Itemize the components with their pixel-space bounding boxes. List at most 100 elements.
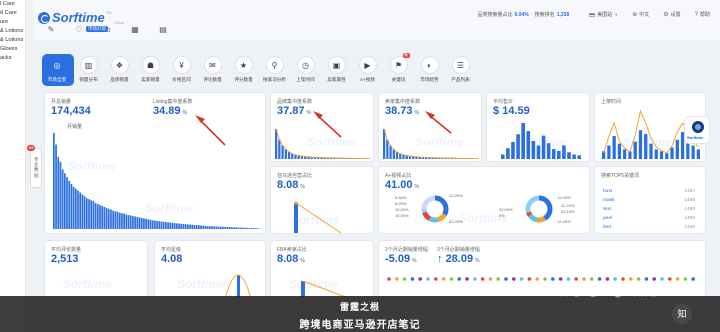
growth-dot [504, 277, 508, 281]
growth-dot [449, 277, 454, 281]
nav-label: 搜索词分析 [263, 77, 286, 82]
help-button[interactable]: ? 帮助 [694, 11, 710, 19]
aplus-donut-charts: 6.54%8.29%10.20%15.06% 10.25% 62.09% 32.09%… [395, 193, 575, 224]
growth-dot [535, 277, 539, 281]
growth-dot [621, 277, 625, 281]
keyword-row[interactable]: bust 1467 [603, 189, 695, 194]
sorftime-float-button[interactable]: Sorftime [684, 116, 710, 144]
left-strip-item[interactable]: & Lotions [0, 27, 25, 36]
country-selector[interactable]: 美国站 ▼ [589, 11, 618, 18]
brush-icon[interactable]: ✎ [44, 24, 58, 36]
chart-bar [546, 143, 551, 159]
growth-dot [387, 277, 391, 281]
keyword-row[interactable]: peel 1466 [603, 216, 695, 221]
left-strip-item[interactable]: d Care [0, 9, 25, 18]
left-strip-item[interactable]: ure [0, 18, 25, 27]
keywords-icon: ⚑ 新 [389, 53, 410, 74]
a-plus-video-icon: ▶ [358, 56, 377, 74]
left-strip-item[interactable]: acks [0, 54, 25, 63]
side-tab[interactable]: 88 专业数据 [27, 145, 42, 188]
nav-label: A+视频 [360, 77, 375, 82]
growth-dot [496, 277, 500, 281]
top-header: Sorftime TM Sirise 品类搜索量占比 0.04% 搜索排名 1,… [34, 0, 720, 40]
growth-dot [691, 277, 695, 281]
growth-dot [652, 277, 656, 281]
nav-label: 上架时间 [296, 77, 315, 82]
red-arrow [195, 115, 226, 146]
nav-product-list[interactable]: ☰ 产品列表 [446, 56, 475, 86]
chart-bar [551, 149, 556, 159]
nav-keyword-analysis[interactable]: ⚲ 搜索词分析 [260, 56, 289, 86]
nav-reviews[interactable]: ✉ 评论数量 [198, 56, 227, 86]
chart-bar [511, 141, 515, 159]
nav-overview[interactable]: ◎ 市场全景 [42, 56, 72, 86]
side-tab-badge: 88 [27, 145, 36, 151]
nav-market-trend[interactable]: ◐ 市场趋势 [415, 56, 444, 86]
language-selector[interactable]: ⊕ 中文 [632, 11, 649, 18]
seller-attr-icon: ▣ [327, 56, 346, 74]
nav-listing-time[interactable]: ◷ 上架时间 [291, 56, 320, 86]
hot-tag[interactable]: 市场灯塔 [86, 26, 108, 32]
toolbar-icon-row: ✎ ♡ ▭ ▦ ▤ [44, 24, 184, 36]
left-strip-item[interactable]: l Care [0, 0, 25, 9]
nav-label: 卖家销量 [141, 77, 160, 82]
keyword-text[interactable]: bust [603, 189, 612, 194]
stat1-label: 品类搜索量占比 [477, 12, 513, 18]
keyword-text[interactable]: skin [603, 207, 612, 212]
chart-bar [536, 145, 541, 159]
nav-label: 卖家属性 [327, 77, 346, 82]
growth-dot [668, 277, 672, 281]
keyword-row[interactable]: mask 1468 [603, 198, 695, 203]
left-strip-item[interactable]: & Lotions [0, 36, 25, 45]
ratings-icon: ★ [234, 56, 253, 74]
amazon-share-chart [294, 201, 342, 233]
nav-a-plus-video[interactable]: ▶ A+视频 [353, 56, 382, 86]
chart-bar [665, 153, 669, 159]
pie-label: 33.16% [561, 209, 575, 214]
chart-bar [541, 135, 546, 159]
help-icon: ? [694, 11, 698, 18]
gift-icon[interactable]: ▤ [156, 24, 170, 36]
product-list-icon: ☰ [451, 56, 470, 74]
settings-button[interactable]: ⚙ 设置 [663, 11, 680, 18]
card-avg-price: 平均售价 $ 14.59 Sorftime [486, 92, 590, 162]
left-sidebar-fragment: l Care d Care ure & Lotions & Lotions Gloves a… [0, 0, 26, 332]
chart-bar [567, 152, 571, 159]
growth-dot [582, 277, 586, 281]
keyword-value: 1468 [684, 198, 695, 203]
growth-dot [480, 277, 485, 281]
stat2-value: 1,338 [556, 11, 570, 18]
card-seller-concentration: 卖家集中度系数 38.73% Sorftime [378, 92, 482, 162]
nav-price-range[interactable]: ¥ 价格区间 [167, 56, 196, 86]
chart-bar [516, 134, 520, 159]
chart-bar [577, 155, 581, 159]
growth-dot [418, 277, 422, 281]
nav-sales-distribution[interactable]: ▥ 销量分布 [74, 56, 103, 86]
keyword-text[interactable]: feet [603, 225, 611, 230]
growth-dot [457, 277, 461, 281]
growth-dot [551, 277, 555, 281]
keyword-row[interactable]: feet 1465 [603, 225, 695, 230]
card-amazon-share: 亚马逊自营占比 8.08% Sorftime [270, 166, 374, 234]
nav-ratings[interactable]: ★ 评分数量 [229, 56, 258, 86]
nav-keywords[interactable]: ⚑ 新关键词 [384, 53, 413, 86]
nav-brand-sales[interactable]: ❖ 品牌销量 [105, 56, 134, 86]
caption-line1: 雷霆之根 [339, 303, 380, 313]
heart-icon[interactable]: ♡ [72, 24, 86, 36]
settings-label: 设置 [670, 12, 681, 18]
growth-dot [410, 277, 415, 281]
nav-seller-sales[interactable]: ☗ 卖家销量 [136, 56, 165, 86]
growth-dot [426, 277, 430, 281]
keyword-text[interactable]: mask [603, 198, 614, 203]
us-flag-icon [589, 12, 596, 17]
keyword-text[interactable]: peel [603, 216, 612, 221]
card-sales-growth: 2个月近期销量增幅 -5.09% 3个月近期销量增幅 ↑ 28.09% [378, 240, 706, 298]
chart-bar [659, 151, 664, 159]
grid-icon[interactable]: ▦ [128, 24, 142, 36]
growth-dot-strip [387, 277, 695, 281]
left-strip-item[interactable]: Gloves [0, 45, 25, 54]
brand-logo[interactable]: Sorftime TM Sirise [38, 10, 125, 25]
pie-label: 32.09% [499, 207, 513, 212]
keyword-row[interactable]: skin 1469 [603, 207, 695, 212]
nav-seller-attr[interactable]: ▣ 卖家属性 [322, 56, 351, 86]
